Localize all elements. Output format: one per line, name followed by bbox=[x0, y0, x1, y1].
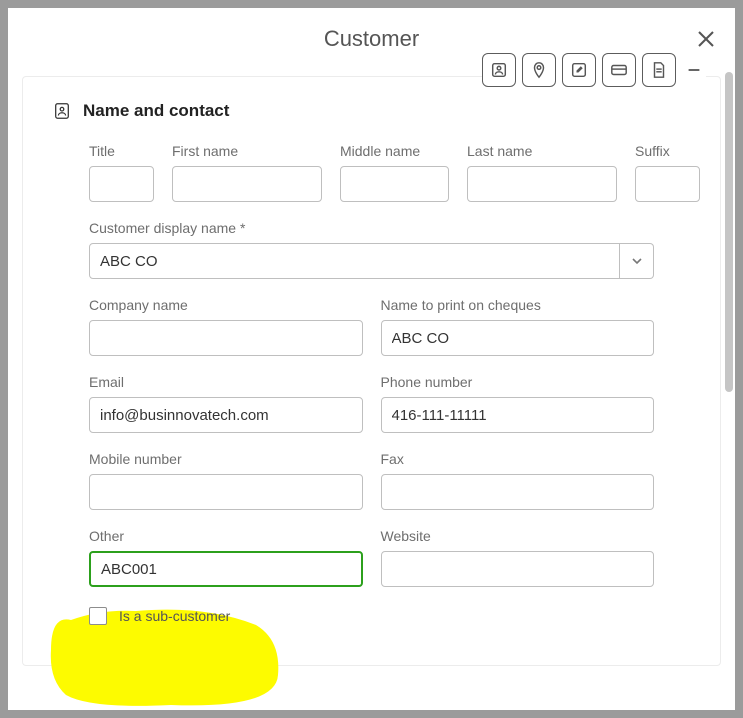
chevron-down-icon bbox=[631, 255, 643, 267]
website-group: Website bbox=[381, 528, 655, 587]
fax-input[interactable] bbox=[381, 474, 655, 510]
collapse-button[interactable] bbox=[682, 53, 706, 87]
last-name-input[interactable] bbox=[467, 166, 617, 202]
other-input[interactable] bbox=[89, 551, 363, 587]
mobile-label: Mobile number bbox=[89, 451, 363, 467]
subcustomer-label: Is a sub-customer bbox=[119, 608, 230, 624]
display-name-select[interactable]: ABC CO bbox=[89, 243, 654, 279]
section-nav-icons bbox=[482, 53, 706, 87]
middle-name-input[interactable] bbox=[340, 166, 449, 202]
display-name-value: ABC CO bbox=[89, 243, 620, 279]
mobile-group: Mobile number bbox=[89, 451, 363, 510]
first-name-input[interactable] bbox=[172, 166, 322, 202]
company-name-input[interactable] bbox=[89, 320, 363, 356]
subcustomer-checkbox[interactable] bbox=[89, 607, 107, 625]
email-phone-row: Email Phone number bbox=[53, 374, 690, 433]
other-website-row: Other Website bbox=[53, 528, 690, 587]
phone-label: Phone number bbox=[381, 374, 655, 390]
customer-modal: Customer Name and contact Title bbox=[8, 8, 735, 710]
title-label: Title bbox=[89, 143, 154, 159]
middle-name-field-group: Middle name bbox=[340, 143, 449, 202]
mobile-fax-row: Mobile number Fax bbox=[53, 451, 690, 510]
display-name-dropdown-toggle[interactable] bbox=[620, 243, 654, 279]
content-card: Name and contact Title First name Middle… bbox=[22, 76, 721, 666]
first-name-label: First name bbox=[172, 143, 322, 159]
contact-card-icon bbox=[490, 61, 508, 79]
first-name-field-group: First name bbox=[172, 143, 322, 202]
edit-square-icon bbox=[570, 61, 588, 79]
payment-nav[interactable] bbox=[602, 53, 636, 87]
close-icon bbox=[697, 30, 715, 48]
email-input[interactable] bbox=[89, 397, 363, 433]
modal-title: Customer bbox=[324, 26, 419, 52]
phone-input[interactable] bbox=[381, 397, 655, 433]
contact-card-nav[interactable] bbox=[482, 53, 516, 87]
website-label: Website bbox=[381, 528, 655, 544]
close-button[interactable] bbox=[697, 30, 715, 53]
location-nav[interactable] bbox=[522, 53, 556, 87]
other-label: Other bbox=[89, 528, 363, 544]
name-cheques-group: Name to print on cheques bbox=[381, 297, 655, 356]
company-name-label: Company name bbox=[89, 297, 363, 313]
title-field-group: Title bbox=[89, 143, 154, 202]
location-pin-icon bbox=[530, 61, 548, 79]
suffix-field-group: Suffix bbox=[635, 143, 700, 202]
mobile-input[interactable] bbox=[89, 474, 363, 510]
document-icon bbox=[650, 61, 668, 79]
display-name-label: Customer display name * bbox=[89, 220, 654, 236]
last-name-field-group: Last name bbox=[467, 143, 617, 202]
title-input[interactable] bbox=[89, 166, 154, 202]
phone-group: Phone number bbox=[381, 374, 655, 433]
name-cheques-input[interactable] bbox=[381, 320, 655, 356]
minus-icon bbox=[685, 61, 703, 79]
display-name-group: Customer display name * ABC CO bbox=[53, 220, 690, 279]
document-nav[interactable] bbox=[642, 53, 676, 87]
credit-card-icon bbox=[610, 61, 628, 79]
other-group: Other bbox=[89, 528, 363, 587]
edit-nav[interactable] bbox=[562, 53, 596, 87]
section-title: Name and contact bbox=[83, 101, 229, 121]
section-header: Name and contact bbox=[53, 101, 690, 121]
email-label: Email bbox=[89, 374, 363, 390]
contact-badge-icon bbox=[53, 102, 71, 120]
email-group: Email bbox=[89, 374, 363, 433]
suffix-input[interactable] bbox=[635, 166, 700, 202]
middle-name-label: Middle name bbox=[340, 143, 449, 159]
subcustomer-row: Is a sub-customer bbox=[53, 607, 690, 625]
fax-group: Fax bbox=[381, 451, 655, 510]
last-name-label: Last name bbox=[467, 143, 617, 159]
company-name-group: Company name bbox=[89, 297, 363, 356]
suffix-label: Suffix bbox=[635, 143, 700, 159]
company-cheques-row: Company name Name to print on cheques bbox=[53, 297, 690, 356]
scroll-area: Name and contact Title First name Middle… bbox=[8, 76, 735, 666]
name-cheques-label: Name to print on cheques bbox=[381, 297, 655, 313]
name-row: Title First name Middle name Last name S… bbox=[53, 143, 690, 202]
fax-label: Fax bbox=[381, 451, 655, 467]
website-input[interactable] bbox=[381, 551, 655, 587]
